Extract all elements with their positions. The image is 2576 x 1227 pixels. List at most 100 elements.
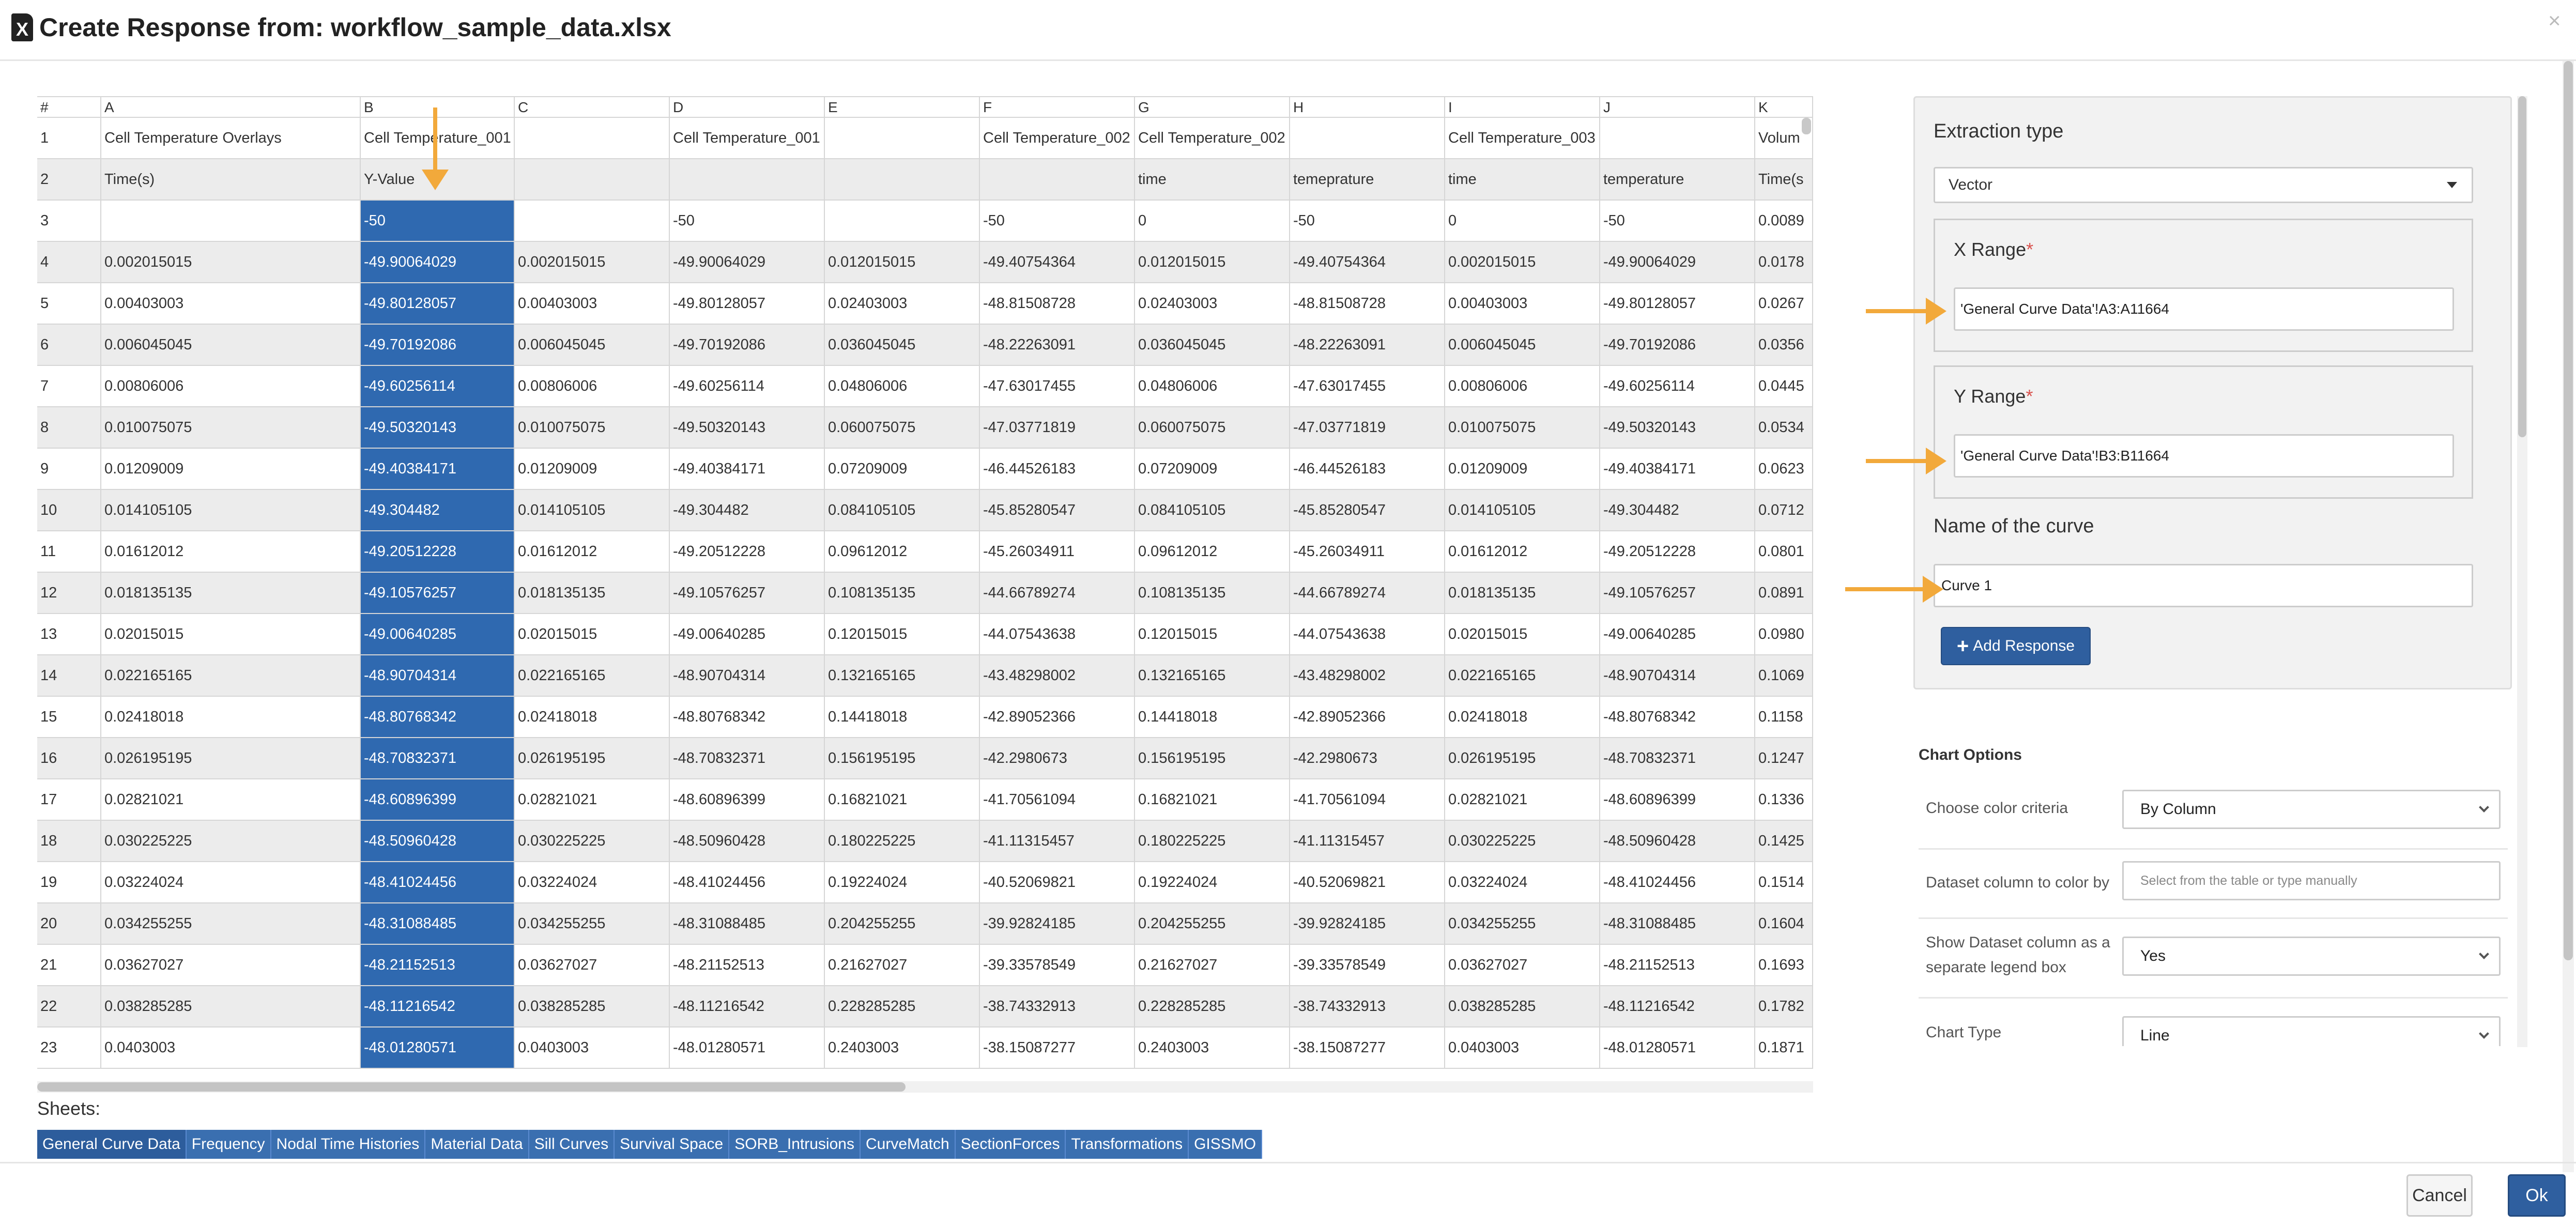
table-cell[interactable]: -48.41024456 bbox=[361, 862, 515, 902]
table-cell[interactable]: -40.52069821 bbox=[980, 862, 1135, 902]
table-cell[interactable]: -47.63017455 bbox=[1290, 366, 1445, 406]
table-cell[interactable]: -48.31088485 bbox=[1600, 903, 1755, 944]
table-cell[interactable]: -43.48298002 bbox=[980, 655, 1135, 696]
table-cell[interactable]: 0.180225225 bbox=[825, 821, 980, 861]
sheet-tab-sectionforces[interactable]: SectionForces bbox=[955, 1130, 1066, 1159]
table-cell[interactable]: 0.00403003 bbox=[1445, 283, 1600, 324]
table-cell[interactable]: -48.11216542 bbox=[670, 986, 825, 1026]
table-cell[interactable]: 0.0980 bbox=[1755, 614, 1813, 654]
table-cell[interactable]: 0.1693 bbox=[1755, 945, 1813, 985]
table-cell[interactable]: 0.00806006 bbox=[101, 366, 361, 406]
table-cell[interactable] bbox=[980, 159, 1135, 200]
table-cell[interactable]: -49.40754364 bbox=[1290, 242, 1445, 282]
table-cell[interactable]: temperature bbox=[1600, 159, 1755, 200]
table-cell[interactable]: 0.022165165 bbox=[1445, 655, 1600, 696]
x-range-input[interactable] bbox=[1954, 287, 2454, 331]
table-cell[interactable]: 0.01612012 bbox=[101, 531, 361, 572]
table-cell[interactable]: -48.90704314 bbox=[670, 655, 825, 696]
table-cell[interactable]: -48.70832371 bbox=[1600, 738, 1755, 778]
table-cell[interactable]: -49.70192086 bbox=[670, 325, 825, 365]
table-cell[interactable]: 0.04806006 bbox=[825, 366, 980, 406]
table-cell[interactable]: 0.03627027 bbox=[1445, 945, 1600, 985]
table-cell[interactable]: time bbox=[1445, 159, 1600, 200]
table-cell[interactable]: 0.002015015 bbox=[1445, 242, 1600, 282]
table-cell[interactable]: Time(s bbox=[1755, 159, 1813, 200]
table-cell[interactable]: -49.304482 bbox=[670, 490, 825, 530]
table-cell[interactable] bbox=[1600, 118, 1755, 158]
table-cell[interactable]: -49.70192086 bbox=[1600, 325, 1755, 365]
table-cell[interactable]: -48.50960428 bbox=[361, 821, 515, 861]
table-cell[interactable]: -49.60256114 bbox=[670, 366, 825, 406]
table-cell[interactable]: -42.2980673 bbox=[980, 738, 1135, 778]
column-header-h[interactable]: H bbox=[1290, 97, 1445, 117]
table-cell[interactable]: -47.03771819 bbox=[1290, 407, 1445, 448]
table-cell[interactable]: -47.63017455 bbox=[980, 366, 1135, 406]
table-cell[interactable]: -39.92824185 bbox=[980, 903, 1135, 944]
table-cell[interactable]: -41.70561094 bbox=[980, 779, 1135, 820]
table-cell[interactable]: 0.00403003 bbox=[101, 283, 361, 324]
table-cell[interactable]: -48.80768342 bbox=[670, 697, 825, 737]
table-cell[interactable]: 0 bbox=[1135, 201, 1290, 241]
table-cell[interactable]: 0.0534 bbox=[1755, 407, 1813, 448]
table-cell[interactable]: -39.33578549 bbox=[980, 945, 1135, 985]
table-cell[interactable]: 0.02418018 bbox=[1445, 697, 1600, 737]
spreadsheet-grid[interactable]: # A B C D E F G H I J K 1 Cell Temperature Overlays Ce… bbox=[37, 96, 1813, 1078]
table-cell[interactable]: 0.002015015 bbox=[515, 242, 670, 282]
table-cell[interactable]: -48.81508728 bbox=[1290, 283, 1445, 324]
table-cell[interactable]: -49.90064029 bbox=[1600, 242, 1755, 282]
column-header-d[interactable]: D bbox=[670, 97, 825, 117]
table-cell[interactable]: -48.21152513 bbox=[1600, 945, 1755, 985]
table-cell[interactable]: 0.1069 bbox=[1755, 655, 1813, 696]
table-cell[interactable]: 0.02015015 bbox=[1445, 614, 1600, 654]
table-cell[interactable]: 0.0403003 bbox=[515, 1027, 670, 1068]
table-cell[interactable]: 0.010075075 bbox=[1445, 407, 1600, 448]
table-cell[interactable]: -45.85280547 bbox=[980, 490, 1135, 530]
table-cell[interactable]: 0.0801 bbox=[1755, 531, 1813, 572]
row-number-cell[interactable]: 12 bbox=[37, 573, 101, 613]
table-cell[interactable]: -49.50320143 bbox=[670, 407, 825, 448]
table-cell[interactable]: -45.26034911 bbox=[980, 531, 1135, 572]
table-cell[interactable]: 0.1336 bbox=[1755, 779, 1813, 820]
table-cell[interactable]: -49.60256114 bbox=[361, 366, 515, 406]
table-cell[interactable]: 0.03627027 bbox=[101, 945, 361, 985]
table-cell[interactable] bbox=[515, 201, 670, 241]
table-cell[interactable]: -39.92824185 bbox=[1290, 903, 1445, 944]
table-cell[interactable]: 0.0178 bbox=[1755, 242, 1813, 282]
row-number-cell[interactable]: 4 bbox=[37, 242, 101, 282]
table-cell[interactable]: -47.03771819 bbox=[980, 407, 1135, 448]
table-cell[interactable]: 0.21627027 bbox=[825, 945, 980, 985]
row-number-cell[interactable]: 14 bbox=[37, 655, 101, 696]
table-cell[interactable]: -48.21152513 bbox=[670, 945, 825, 985]
row-number-cell[interactable]: 13 bbox=[37, 614, 101, 654]
table-cell[interactable]: -48.60896399 bbox=[670, 779, 825, 820]
table-cell[interactable]: 0.1782 bbox=[1755, 986, 1813, 1026]
table-cell[interactable]: 0.132165165 bbox=[825, 655, 980, 696]
table-cell[interactable]: -49.00640285 bbox=[1600, 614, 1755, 654]
table-cell[interactable]: 0.07209009 bbox=[825, 449, 980, 489]
row-number-cell[interactable]: 1 bbox=[37, 118, 101, 158]
table-cell[interactable]: -49.90064029 bbox=[670, 242, 825, 282]
table-cell[interactable]: -41.11315457 bbox=[980, 821, 1135, 861]
table-cell[interactable]: -49.10576257 bbox=[670, 573, 825, 613]
column-header-c[interactable]: C bbox=[515, 97, 670, 117]
column-header-f[interactable]: F bbox=[980, 97, 1135, 117]
table-cell[interactable]: 0.21627027 bbox=[1135, 945, 1290, 985]
column-header-a[interactable]: A bbox=[101, 97, 361, 117]
table-cell[interactable]: -49.50320143 bbox=[1600, 407, 1755, 448]
row-number-cell[interactable]: 11 bbox=[37, 531, 101, 572]
table-cell[interactable]: 0.00806006 bbox=[515, 366, 670, 406]
table-cell[interactable]: -44.66789274 bbox=[1290, 573, 1445, 613]
row-number-cell[interactable]: 15 bbox=[37, 697, 101, 737]
table-cell[interactable]: 0.0267 bbox=[1755, 283, 1813, 324]
table-cell[interactable]: 0.018135135 bbox=[515, 573, 670, 613]
table-cell[interactable]: temeprature bbox=[1290, 159, 1445, 200]
table-cell[interactable]: -49.60256114 bbox=[1600, 366, 1755, 406]
table-cell[interactable]: 0.022165165 bbox=[101, 655, 361, 696]
sheet-tab-curvematch[interactable]: CurveMatch bbox=[860, 1130, 956, 1159]
table-cell[interactable]: -48.41024456 bbox=[1600, 862, 1755, 902]
table-cell[interactable]: 0.00403003 bbox=[515, 283, 670, 324]
table-cell[interactable]: -49.70192086 bbox=[361, 325, 515, 365]
table-cell[interactable]: 0.1604 bbox=[1755, 903, 1813, 944]
table-cell[interactable]: 0.09612012 bbox=[1135, 531, 1290, 572]
table-cell[interactable]: 0.2403003 bbox=[1135, 1027, 1290, 1068]
